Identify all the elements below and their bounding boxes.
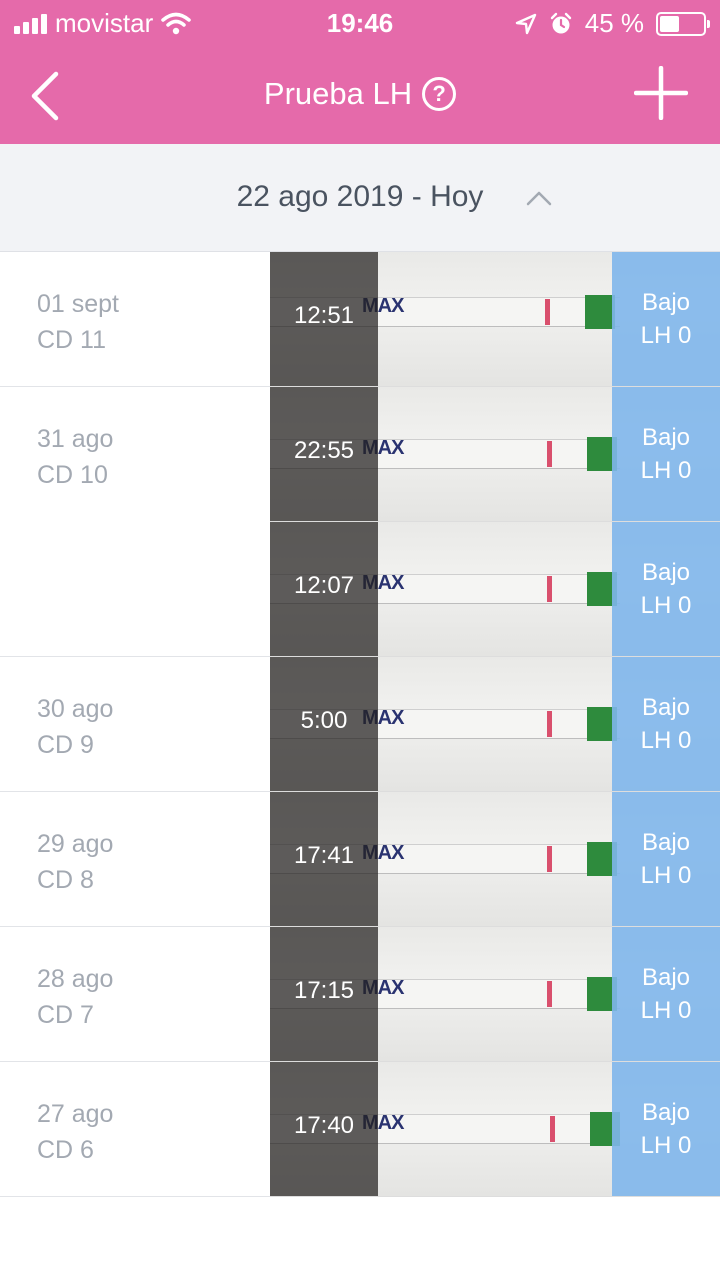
test-time: 22:55 — [293, 437, 355, 464]
header: movistar 19:46 45 % Prueba LH ? — [0, 0, 720, 144]
status-bar: movistar 19:46 45 % — [0, 0, 720, 48]
page-title-text: Prueba LH — [263, 76, 413, 111]
date-cell: 01 sept CD 11 — [0, 252, 270, 387]
test-photo[interactable]: MAX 12:51 Bajo LH 0 — [270, 252, 720, 387]
date-label: 30 ago CD 9 — [37, 691, 113, 763]
date-text: 29 ago — [37, 830, 114, 858]
control-cap — [585, 295, 615, 329]
date-label: 01 sept CD 11 — [37, 286, 119, 358]
cycle-day-text: CD 11 — [37, 326, 107, 354]
result-badge: Bajo LH 0 — [612, 252, 720, 386]
test-line — [547, 441, 552, 467]
date-cell: 27 ago CD 6 — [0, 1062, 270, 1197]
cycle-day-text: CD 10 — [37, 461, 108, 489]
cycle-day-text: CD 9 — [37, 731, 94, 759]
result-level: Bajo — [641, 964, 691, 991]
page-title: Prueba LH ? — [0, 76, 720, 112]
battery-percent: 45 % — [584, 8, 644, 38]
date-text: 28 ago — [37, 965, 114, 993]
test-time: 17:40 — [293, 1112, 355, 1139]
result-level: Bajo — [641, 559, 691, 586]
chevron-up-icon[interactable] — [526, 190, 552, 206]
test-time: 12:51 — [293, 302, 355, 329]
test-line — [545, 299, 550, 325]
test-line — [547, 576, 552, 602]
result-level: Bajo — [641, 694, 691, 721]
cycle-day-text: CD 7 — [37, 1001, 94, 1029]
cycle-day-text: CD 8 — [37, 866, 94, 894]
test-line — [547, 711, 552, 737]
list-item[interactable]: 29 ago CD 8 MAX 17:41 Bajo LH 0 — [0, 792, 720, 927]
status-right: 45 % — [515, 8, 710, 39]
date-text: 31 ago — [37, 425, 114, 453]
result-lh: LH 0 — [640, 727, 692, 754]
date-label: 29 ago CD 8 — [37, 826, 113, 898]
test-photo[interactable]: MAX 22:55 Bajo LH 0 — [270, 387, 720, 522]
date-cell: 31 ago CD 10 — [0, 387, 270, 657]
list-item[interactable]: 28 ago CD 7 MAX 17:15 Bajo LH 0 — [0, 927, 720, 1062]
test-photo[interactable]: MAX 12:07 Bajo LH 0 — [270, 522, 720, 657]
test-photo[interactable]: MAX 17:40 Bajo LH 0 — [270, 1062, 720, 1197]
test-line — [547, 981, 552, 1007]
result-level: Bajo — [641, 424, 691, 451]
help-icon[interactable]: ? — [422, 77, 457, 111]
date-cell: 29 ago CD 8 — [0, 792, 270, 927]
result-lh: LH 0 — [640, 457, 692, 484]
result-badge: Bajo LH 0 — [612, 657, 720, 791]
list-item[interactable]: 27 ago CD 6 MAX 17:40 Bajo LH 0 — [0, 1062, 720, 1197]
result-badge: Bajo LH 0 — [612, 927, 720, 1061]
location-arrow-icon — [515, 13, 536, 34]
add-button[interactable] — [634, 66, 688, 120]
date-cell: 30 ago CD 9 — [0, 657, 270, 792]
test-photo[interactable]: MAX 17:41 Bajo LH 0 — [270, 792, 720, 927]
result-lh: LH 0 — [640, 322, 692, 349]
result-lh: LH 0 — [640, 862, 692, 889]
result-badge: Bajo LH 0 — [612, 792, 720, 926]
battery-icon — [656, 11, 710, 36]
test-time: 17:15 — [293, 977, 355, 1004]
result-lh: LH 0 — [640, 592, 692, 619]
result-badge: Bajo LH 0 — [612, 387, 720, 521]
date-range-selector[interactable]: 22 ago 2019 - Hoy — [0, 144, 720, 252]
result-badge: Bajo LH 0 — [612, 1062, 720, 1196]
date-cell: 28 ago CD 7 — [0, 927, 270, 1062]
test-time: 12:07 — [293, 572, 355, 599]
date-text: 27 ago — [37, 1100, 114, 1128]
test-photo[interactable]: MAX 17:15 Bajo LH 0 — [270, 927, 720, 1062]
date-text: 30 ago — [37, 695, 114, 723]
alarm-icon — [550, 12, 571, 33]
date-label: 28 ago CD 7 — [37, 961, 113, 1033]
result-lh: LH 0 — [640, 997, 692, 1024]
test-time: 17:41 — [293, 842, 355, 869]
test-photo[interactable]: MAX 5:00 Bajo LH 0 — [270, 657, 720, 792]
test-line — [547, 846, 552, 872]
test-line — [550, 1116, 555, 1142]
date-range-label: 22 ago 2019 - Hoy — [236, 180, 484, 213]
result-level: Bajo — [641, 1099, 691, 1126]
result-level: Bajo — [641, 289, 691, 316]
date-text: 01 sept — [37, 290, 120, 318]
date-label: 27 ago CD 6 — [37, 1096, 113, 1168]
list-item[interactable]: 30 ago CD 9 MAX 5:00 Bajo LH 0 — [0, 657, 720, 792]
nav-bar: Prueba LH ? — [0, 48, 720, 144]
cycle-day-text: CD 6 — [37, 1136, 94, 1164]
list-item[interactable]: 31 ago CD 10 MAX 22:55 Bajo LH 0 MAX 12:07 Bajo L… — [0, 387, 720, 657]
result-level: Bajo — [641, 829, 691, 856]
test-time: 5:00 — [300, 707, 348, 734]
result-lh: LH 0 — [640, 1132, 692, 1159]
result-badge: Bajo LH 0 — [612, 522, 720, 656]
date-label: 31 ago CD 10 — [37, 421, 113, 493]
list-item[interactable]: 01 sept CD 11 MAX 12:51 Bajo LH 0 — [0, 252, 720, 387]
